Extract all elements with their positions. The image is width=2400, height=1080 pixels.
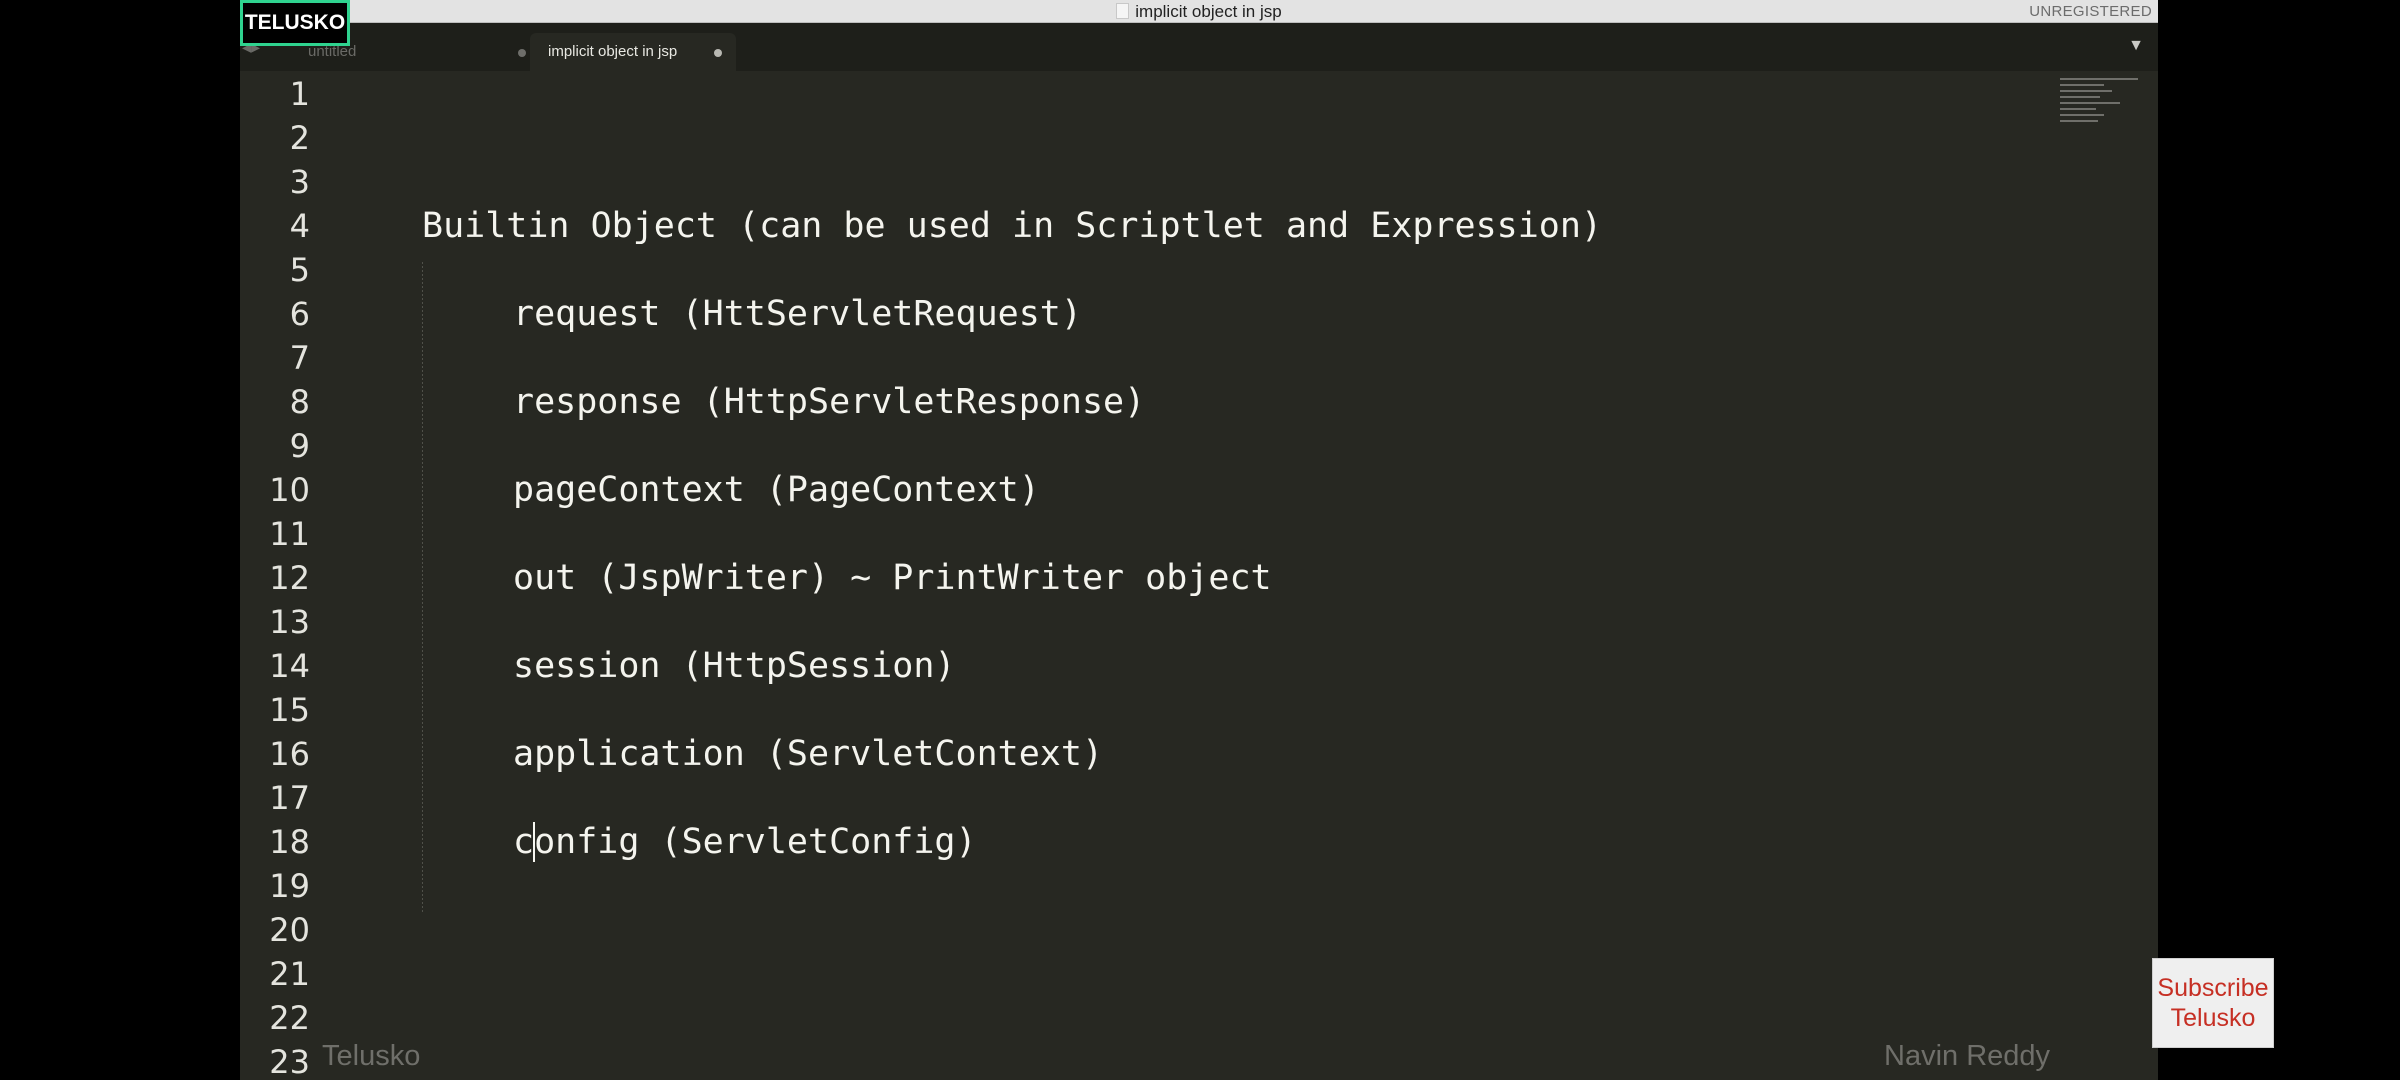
- subscribe-button[interactable]: Subscribe Telusko: [2152, 958, 2274, 1048]
- code-line[interactable]: request (HttServletRequest): [240, 292, 2158, 336]
- title-bar: implicit object in jsp UNREGISTERED: [240, 0, 2158, 23]
- code-line-text: pageContext (PageContext): [513, 470, 1040, 510]
- code-line[interactable]: Builtin Object (can be used in Scriptlet…: [240, 204, 2158, 248]
- window-title-text: implicit object in jsp: [1135, 2, 1282, 21]
- code-line-text: Builtin Object (can be used in Scriptlet…: [422, 206, 1603, 246]
- code-line-text: response (HttpServletResponse): [513, 382, 1146, 422]
- window-title: implicit object in jsp: [240, 2, 2158, 22]
- subscribe-line2: Telusko: [2170, 1004, 2256, 1032]
- code-line[interactable]: pageContext (PageContext): [240, 468, 2158, 512]
- text-cursor: [533, 822, 535, 862]
- tab-bar: ◂▸ untitled implicit object in jsp ▼: [240, 23, 2158, 71]
- unsaved-dot-icon[interactable]: [714, 49, 722, 57]
- tab-list-dropdown-icon[interactable]: ▼: [2128, 37, 2144, 55]
- code-line-text: application (ServletContext): [513, 734, 1104, 774]
- telusko-logo: TELUSKO: [240, 0, 350, 46]
- code-line[interactable]: out (JspWriter) ~ PrintWriter object: [240, 556, 2158, 600]
- code-line-text: config (ServletConfig): [513, 822, 977, 862]
- code-line[interactable]: application (ServletContext): [240, 732, 2158, 776]
- tab-implicit-object-in-jsp[interactable]: implicit object in jsp: [530, 33, 736, 71]
- tab-label: implicit object in jsp: [548, 43, 678, 60]
- code-line[interactable]: session (HttpSession): [240, 644, 2158, 688]
- code-line-text: out (JspWriter) ~ PrintWriter object: [513, 558, 1272, 598]
- subscribe-line1: Subscribe: [2157, 974, 2269, 1002]
- editor-window: implicit object in jsp UNREGISTERED ◂▸ u…: [240, 0, 2158, 1080]
- watermark-navin-reddy: Navin Reddy: [1884, 1040, 2051, 1072]
- code-line-text: session (HttpSession): [513, 646, 956, 686]
- unregistered-label: UNREGISTERED: [2029, 3, 2152, 20]
- unsaved-dot-icon[interactable]: [518, 49, 526, 57]
- code-line-text: request (HttServletRequest): [513, 294, 1082, 334]
- code-area[interactable]: Builtin Object (can be used in Scriptlet…: [240, 72, 2158, 1080]
- watermark-telusko: Telusko: [322, 1040, 421, 1072]
- code-line[interactable]: response (HttpServletResponse): [240, 380, 2158, 424]
- code-line[interactable]: config (ServletConfig): [240, 820, 2158, 864]
- document-icon: [1116, 3, 1130, 19]
